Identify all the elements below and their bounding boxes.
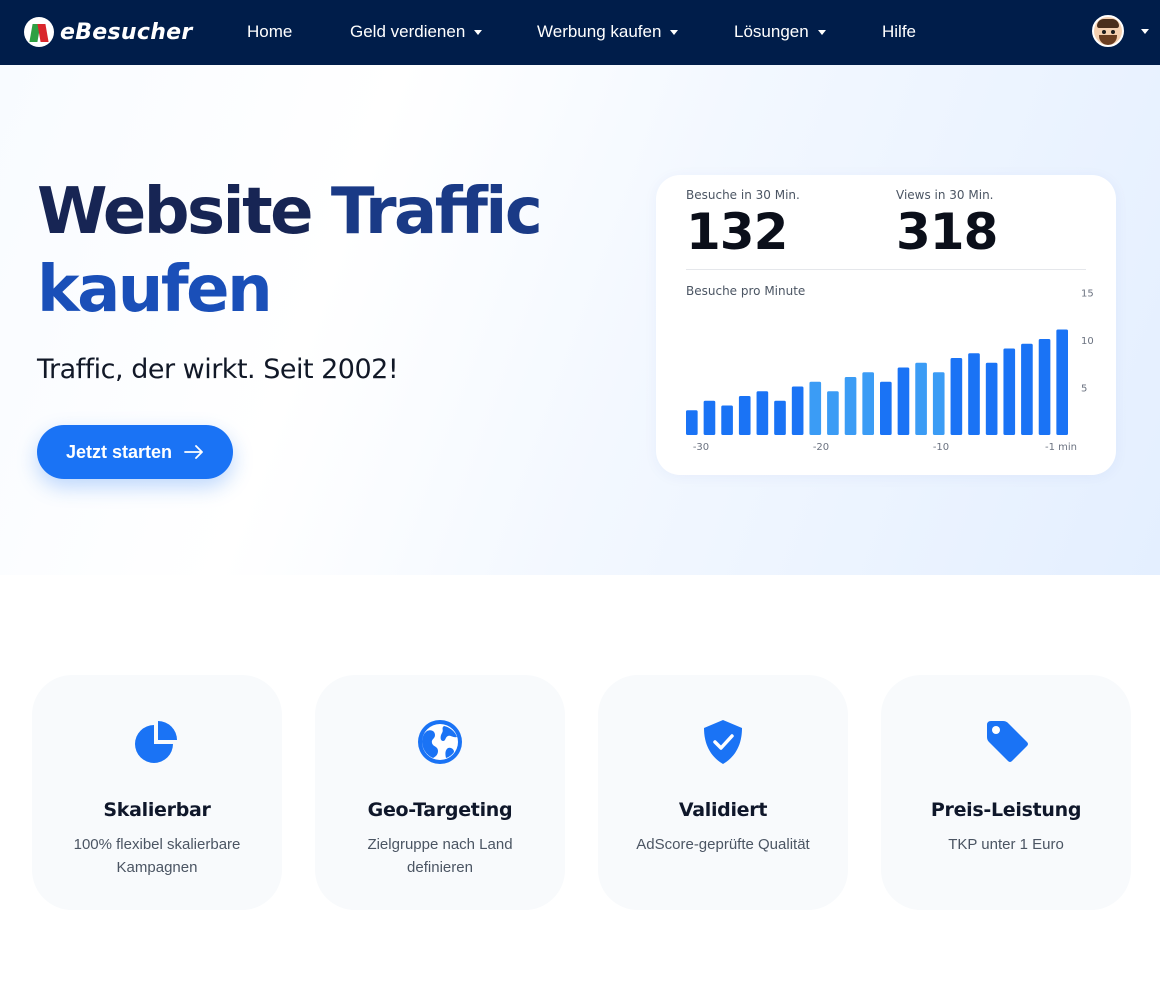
pie-chart-icon	[135, 721, 177, 763]
start-button-label: Jetzt starten	[65, 441, 173, 462]
user-avatar[interactable]	[1092, 15, 1124, 47]
hero-title-part2: Traffic	[330, 175, 543, 249]
brand-logo-icon	[24, 17, 54, 47]
brand-logo-link[interactable]: eBesucher	[24, 16, 193, 48]
shield-check-icon	[704, 720, 742, 764]
nav-item-label: Lösungen	[734, 22, 809, 41]
chart-bar	[897, 367, 910, 435]
chart-bar	[721, 405, 733, 435]
chart-bar	[809, 381, 822, 435]
chart-bar	[985, 362, 998, 435]
chart-bar	[862, 372, 874, 435]
chart-x-tick-label: -20	[813, 442, 829, 453]
feature-description: AdScore-geprüfte Qualität	[636, 836, 810, 853]
feature-title: Validiert	[678, 799, 768, 821]
nav-item-home[interactable]: Home	[247, 20, 292, 44]
avatar-caret-down-icon[interactable]	[1141, 29, 1149, 34]
feature-card-preis-leistung: Preis-Leistung TKP unter 1 Euro	[881, 675, 1131, 910]
caret-down-icon	[670, 29, 679, 35]
chart-bar	[932, 372, 945, 435]
chart-bar	[968, 353, 980, 435]
caret-down-icon	[474, 29, 483, 35]
brand-name: eBesucher	[60, 19, 193, 45]
chart-x-tick-label: -1 min	[1045, 442, 1077, 453]
globe-icon	[418, 720, 462, 764]
chart-bar	[950, 358, 963, 435]
caret-down-icon	[817, 29, 826, 35]
feature-description: Zielgruppe nach Land definieren	[367, 836, 513, 876]
nav-item-label: Hilfe	[882, 22, 917, 41]
hero-subtitle: Traffic, der wirkt. Seit 2002!	[37, 354, 399, 385]
nav-item-label: Werbung kaufen	[537, 22, 662, 41]
nav-item-label: Home	[247, 22, 293, 41]
chart-bar	[915, 362, 927, 435]
arrow-right-icon	[184, 445, 204, 459]
start-button[interactable]: Jetzt starten	[37, 425, 233, 479]
chart-bar	[1003, 348, 1016, 435]
price-tag-icon	[987, 721, 1028, 762]
chart-bar	[1021, 343, 1033, 435]
chart-bar	[880, 381, 892, 435]
feature-title: Geo-Targeting	[367, 799, 513, 821]
chart-bar	[756, 391, 769, 435]
feature-card-geo-targeting: Geo-Targeting Zielgruppe nach Land defin…	[315, 675, 565, 910]
feature-title: Preis-Leistung	[930, 799, 1082, 821]
chart-bar	[738, 396, 751, 435]
hero-section: Website Traffic kaufen Traffic, der wirk…	[0, 65, 1160, 575]
chart-bar	[1038, 339, 1051, 435]
feature-card-validiert: Validiert AdScore-geprüfte Qualität	[598, 675, 848, 910]
chart-y-tick-label: 5	[1081, 384, 1087, 395]
chart-bar	[686, 410, 698, 435]
live-stats-card: Besuche in 30 Min. 132 Views in 30 Min. …	[656, 175, 1116, 475]
feature-card-skalierbar: Skalierbar 100% flexibel skalierbare Kam…	[32, 675, 282, 910]
feature-title: Skalierbar	[103, 799, 211, 821]
chart-bar	[1056, 329, 1068, 435]
chart-x-tick-label: -10	[933, 442, 949, 453]
chart-y-tick-label: 15	[1081, 289, 1094, 300]
chart-bar	[827, 391, 839, 435]
nav-item-hilfe[interactable]: Hilfe	[882, 20, 916, 44]
hero-title-part3: kaufen	[37, 253, 273, 327]
top-navbar: eBesucher Home Geld verdienen Werbung ka…	[0, 0, 1160, 65]
chart-y-tick-label: 10	[1081, 336, 1094, 347]
nav-item-label: Geld verdienen	[350, 22, 466, 41]
chart-bar	[791, 386, 804, 435]
nav-item-loesungen[interactable]: Lösungen	[734, 20, 826, 44]
chart-bar	[774, 400, 786, 435]
feature-description: TKP unter 1 Euro	[948, 836, 1064, 853]
chart-bar	[844, 377, 857, 435]
feature-description: 100% flexibel skalierbare Kampagnen	[73, 836, 241, 876]
chart-x-tick-label: -30	[693, 442, 709, 453]
chart-bar	[703, 400, 716, 435]
hero-title: Website Traffic kaufen	[37, 173, 543, 329]
nav-item-geld-verdienen[interactable]: Geld verdienen	[350, 20, 483, 44]
visits-per-minute-chart: 15 10 5 -30 -20 -10 -1 min	[686, 289, 1094, 453]
nav-item-werbung-kaufen[interactable]: Werbung kaufen	[537, 20, 679, 44]
hero-title-part1: Website	[37, 175, 314, 249]
